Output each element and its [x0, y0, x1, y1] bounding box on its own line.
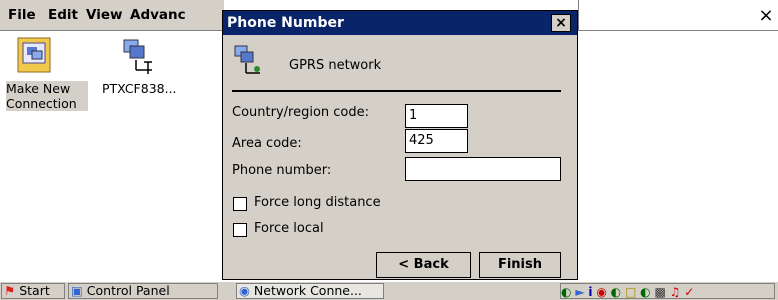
network-icon: ◉ [239, 283, 250, 298]
phone-number-input[interactable] [405, 157, 561, 181]
windows-logo-icon: ⚑ [4, 283, 16, 298]
tray-volume-icon[interactable]: ♫ [670, 285, 681, 299]
network-connection-icon [232, 43, 266, 77]
make-new-connection-label: Make New Connection [6, 81, 88, 111]
force-local-label[interactable]: Force local [254, 221, 324, 236]
country-code-label: Country/region code: [232, 105, 370, 120]
force-long-distance-label[interactable]: Force long distance [254, 195, 381, 210]
tray-sync-icon[interactable]: ◐ [640, 285, 650, 299]
system-tray: ◐ ► i ◉ ◐ □ ◐ ▩ ♫ ✓ [560, 283, 775, 299]
area-code-input[interactable]: 425 [405, 129, 468, 153]
connection-label: PTXCF838... [102, 81, 177, 96]
force-local-checkbox[interactable] [233, 223, 247, 237]
taskbar: ⚑ Start ▣ Control Panel ◉ Network Conne.… [0, 281, 778, 300]
control-panel-icon: ▣ [71, 283, 83, 298]
tray-info-icon[interactable]: i [588, 285, 592, 299]
connection-name: GPRS network [289, 58, 382, 73]
back-button[interactable]: < Back [376, 252, 471, 278]
separator [232, 90, 561, 92]
country-code-input[interactable]: 1 [405, 104, 468, 128]
menu-file[interactable]: File [8, 7, 36, 23]
menu-bar: File Edit View Advanc [0, 0, 224, 31]
tray-network-icon[interactable]: ◐ [561, 285, 571, 299]
menu-view[interactable]: View [86, 7, 122, 23]
tray-wifi-icon[interactable]: ◐ [611, 285, 621, 299]
menu-advanced[interactable]: Advanc [130, 7, 186, 23]
taskbar-network-connections[interactable]: ◉ Network Conne... [236, 283, 384, 299]
dialog-close-button[interactable]: × [551, 14, 571, 32]
area-code-label: Area code: [232, 136, 302, 151]
dialog-title: Phone Number × [223, 11, 577, 35]
make-new-connection-icon[interactable] [14, 36, 56, 78]
window-title-area: × [578, 0, 778, 31]
phone-number-label: Phone number: [232, 163, 332, 178]
phone-number-dialog: Phone Number × GPRS network Country/regi… [222, 10, 578, 280]
window-close-button[interactable]: × [755, 5, 777, 27]
tray-pen-icon[interactable]: ✓ [684, 285, 694, 299]
tray-signal-icon[interactable]: ◉ [596, 285, 606, 299]
force-long-distance-checkbox[interactable] [233, 197, 247, 211]
tray-connection-icon[interactable]: ► [575, 285, 584, 299]
menu-edit[interactable]: Edit [48, 7, 78, 23]
tray-lock-icon[interactable]: □ [625, 285, 636, 299]
taskbar-control-panel[interactable]: ▣ Control Panel [68, 283, 218, 299]
finish-button[interactable]: Finish [479, 252, 561, 278]
start-button[interactable]: ⚑ Start [1, 283, 65, 299]
connection-network-icon[interactable] [118, 36, 160, 78]
tray-keyboard-icon[interactable]: ▩ [654, 285, 665, 299]
